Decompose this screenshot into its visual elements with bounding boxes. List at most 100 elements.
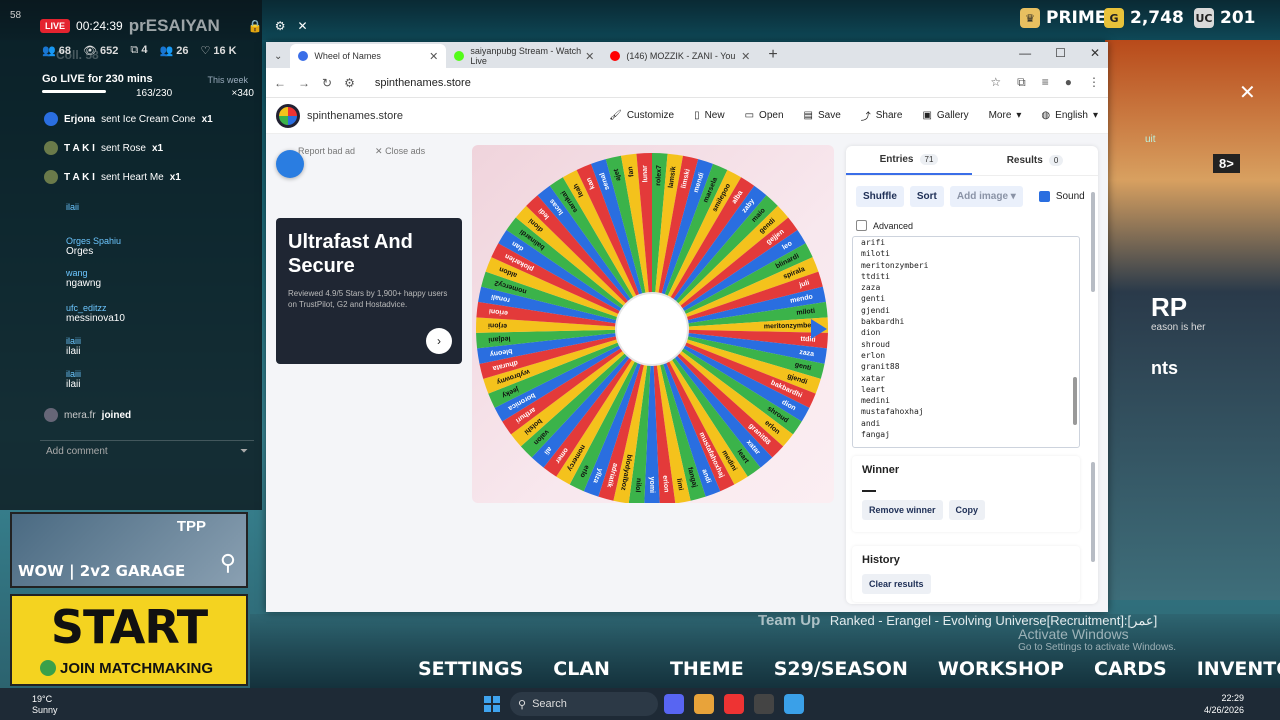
- lock-icon[interactable]: 🔒: [248, 19, 263, 33]
- entries-textarea[interactable]: arifi miloti meritonzymberi ttditi zaza genti…: [852, 236, 1080, 448]
- history-title: History: [862, 554, 900, 566]
- scroll-thumb[interactable]: [1073, 377, 1077, 425]
- panel-scrollbar[interactable]: [1090, 176, 1096, 596]
- nav-customize[interactable]: 🖌 Customize: [609, 108, 674, 123]
- entry-line: xatar: [861, 373, 886, 383]
- nav-gallery[interactable]: ▣ Gallery: [922, 108, 968, 123]
- nav-more[interactable]: More ▾: [989, 108, 1022, 123]
- prime-badge[interactable]: ♛ PRIME: [1020, 8, 1106, 28]
- scroll-thumb[interactable]: [1091, 192, 1095, 292]
- advanced-checkbox[interactable]: [856, 220, 867, 231]
- wheel-slice-label: yomi: [648, 477, 655, 493]
- menu-workshop[interactable]: WORKSHOP: [938, 658, 1094, 680]
- caret-icon: ▾: [1092, 110, 1098, 121]
- youtube-favicon: [610, 51, 621, 61]
- close-ad-icon[interactable]: ✕: [1239, 80, 1256, 105]
- settings-icon[interactable]: ⚙: [275, 19, 286, 33]
- ad-card[interactable]: Ultrafast And Secure Reviewed 4.9/5 Star…: [276, 218, 462, 364]
- nav-save[interactable]: ▤ Save: [804, 108, 841, 123]
- entries-panel: Entries 71 Results 0 Shuffle Sort Add imag…: [846, 146, 1098, 604]
- entries-scrollbar[interactable]: [1071, 237, 1079, 447]
- reload-icon[interactable]: ↻: [322, 76, 332, 90]
- wheel-area[interactable]: rolex7 lamsik limski mendi marsela smilepoo al…: [472, 145, 834, 503]
- wheel[interactable]: rolex7 lamsik limski mendimarselasmilepooal…: [472, 145, 834, 503]
- advanced-toggle[interactable]: Advanced: [856, 220, 913, 231]
- media-icon[interactable]: ≡: [1042, 75, 1049, 90]
- remove-winner-button[interactable]: Remove winner: [862, 500, 943, 520]
- close-window-icon[interactable]: ✕: [1090, 46, 1100, 60]
- back-icon[interactable]: ←: [274, 76, 286, 90]
- url-text[interactable]: spinthenames.store: [375, 77, 471, 89]
- winner-title: Winner: [862, 464, 900, 476]
- menu-dots-icon[interactable]: ⋮: [1088, 75, 1100, 90]
- extensions-icon[interactable]: ⧉: [1017, 75, 1026, 90]
- g-coin-balance[interactable]: G 2,748: [1104, 8, 1184, 28]
- chrome-icon[interactable]: [694, 694, 714, 714]
- wheel-favicon: [298, 51, 309, 61]
- nav-open[interactable]: ▭ Open: [745, 108, 784, 123]
- menu-cards[interactable]: CARDS: [1094, 658, 1197, 680]
- edge-icon[interactable]: [784, 694, 804, 714]
- forward-icon[interactable]: →: [298, 76, 310, 90]
- sound-checkbox[interactable]: [1038, 191, 1050, 202]
- close-icon[interactable]: ✕: [297, 19, 307, 33]
- profile-icon[interactable]: ●: [1065, 75, 1072, 90]
- entries-toolbar: Shuffle Sort Add image ▾ Sound: [856, 186, 1085, 207]
- copy-button[interactable]: Copy: [948, 500, 986, 520]
- new-tab-button[interactable]: +: [758, 46, 787, 68]
- add-image-button[interactable]: Add image ▾: [949, 186, 1023, 207]
- menu-inventory[interactable]: INVENTORY: [1197, 658, 1280, 680]
- site-info-icon[interactable]: ⚙: [344, 76, 355, 90]
- site-name[interactable]: spinthenames.store: [307, 110, 403, 122]
- close-ads-link[interactable]: ✕ Close ads: [375, 146, 425, 157]
- tpp-mode-card[interactable]: TPP WOW | 2v2 GARAGE ⚲: [10, 512, 248, 588]
- menu-settings[interactable]: SETTINGS: [418, 658, 553, 680]
- tab-wheel-of-names[interactable]: Wheel of Names ✕: [290, 44, 447, 68]
- clear-results-button[interactable]: Clear results: [862, 574, 931, 594]
- bookmark-star-icon[interactable]: ☆: [990, 75, 1001, 90]
- comment-input[interactable]: Add comment ⏷: [40, 440, 254, 462]
- menu-clan[interactable]: CLAN: [553, 658, 640, 680]
- tab-results[interactable]: Results 0: [972, 146, 1098, 175]
- report-ad-link[interactable]: Report bad ad: [298, 146, 355, 157]
- sound-toggle[interactable]: Sound: [1038, 191, 1085, 202]
- avatar: [44, 408, 58, 422]
- menu-theme[interactable]: THEME: [640, 658, 774, 680]
- tab-kick-stream[interactable]: saiyanpubg Stream - Watch Live ✕: [446, 44, 602, 68]
- shuffle-button[interactable]: Shuffle: [856, 186, 904, 207]
- discord-icon[interactable]: [664, 694, 684, 714]
- uc-balance[interactable]: UC 201: [1194, 8, 1256, 28]
- nav-new[interactable]: ▯ New: [694, 108, 725, 123]
- save-icon: ▤: [803, 110, 813, 121]
- close-tab-icon[interactable]: ✕: [741, 50, 750, 63]
- ad-arrow-button[interactable]: ›: [426, 328, 452, 354]
- scroll-thumb[interactable]: [1091, 462, 1095, 562]
- minimize-icon[interactable]: —: [1019, 46, 1031, 60]
- weather-widget[interactable]: 19°C Sunny: [32, 694, 58, 716]
- nav-share[interactable]: ⤴ Share: [861, 108, 903, 123]
- start-button[interactable]: START JOIN MATCHMAKING: [10, 594, 248, 686]
- edit-fab-button[interactable]: [276, 150, 304, 178]
- windows-start-icon[interactable]: [484, 696, 500, 712]
- tiktok-icon[interactable]: [724, 694, 744, 714]
- search-icon[interactable]: ⚲: [220, 550, 236, 576]
- taskbar-search[interactable]: ⚲ Search: [510, 692, 658, 716]
- nav-language[interactable]: ◍ English ▾: [1041, 108, 1098, 123]
- maximize-icon[interactable]: ☐: [1055, 46, 1066, 60]
- paint-icon: 🖌: [609, 110, 622, 121]
- app-icon[interactable]: [754, 694, 774, 714]
- tab-entries[interactable]: Entries 71: [846, 146, 972, 175]
- close-tab-icon[interactable]: ✕: [429, 50, 438, 63]
- site-logo-icon[interactable]: [276, 103, 300, 128]
- system-clock[interactable]: 22:29 4/26/2026: [1204, 692, 1244, 716]
- gift-line: T A K Isent Heart Me x1: [44, 170, 181, 184]
- sort-button[interactable]: Sort: [909, 186, 944, 207]
- close-tab-icon[interactable]: ✕: [585, 50, 594, 63]
- gift-line: Erjona sent Ice Cream Cone x1: [44, 112, 213, 126]
- tab-youtube[interactable]: (146) MOZZIK - ZANI - You ✕: [602, 44, 758, 68]
- menu-season[interactable]: S29/SEASON: [774, 658, 938, 680]
- filter-icon[interactable]: ⏷: [240, 446, 248, 457]
- wheel-center[interactable]: [615, 292, 689, 366]
- player-id: 58: [10, 10, 22, 21]
- tab-search-icon[interactable]: ⌄: [272, 51, 290, 68]
